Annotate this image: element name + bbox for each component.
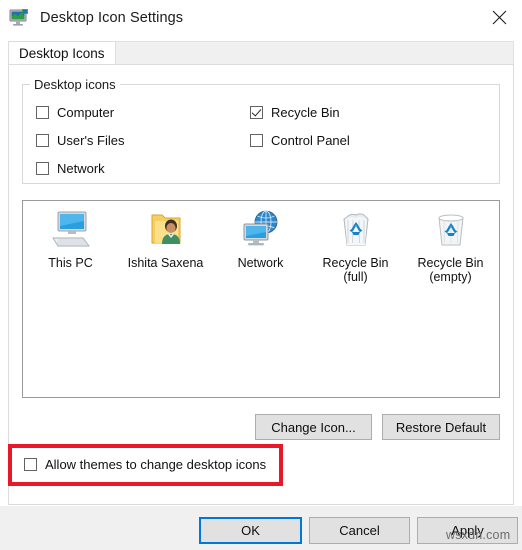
cancel-button[interactable]: Cancel (309, 517, 410, 544)
tab-desktop-icons[interactable]: Desktop Icons (8, 41, 116, 65)
ok-button[interactable]: OK (199, 517, 302, 544)
monitor-icon (8, 7, 30, 29)
preview-item-caption: Network (237, 256, 284, 270)
checkbox-box[interactable] (36, 106, 49, 119)
checkbox-network[interactable]: Network (36, 161, 105, 176)
user-folder-icon (142, 207, 190, 251)
icon-preview-box[interactable]: This PC Ishita Saxena Network Recycle Bi… (22, 200, 500, 398)
preview-item-caption: Recycle Bin (full) (322, 256, 389, 284)
checkbox-box[interactable] (24, 458, 37, 471)
preview-item-caption: This PC (48, 256, 93, 270)
tab-label: Desktop Icons (19, 46, 105, 61)
checkbox-allow-themes[interactable]: Allow themes to change desktop icons (24, 457, 266, 472)
tab-strip: Desktop Icons (8, 41, 514, 65)
title-bar: Desktop Icon Settings (0, 0, 522, 35)
checkbox-box[interactable] (36, 162, 49, 175)
restore-default-button-label: Restore Default (395, 419, 487, 435)
preview-item-caption: Recycle Bin (empty) (417, 256, 484, 284)
preview-item-network[interactable]: Network (213, 207, 308, 284)
this-pc-icon (47, 207, 95, 251)
checkbox-label: Control Panel (271, 133, 350, 148)
close-icon[interactable] (476, 0, 522, 34)
checkbox-label: Allow themes to change desktop icons (45, 457, 267, 472)
icon-preview-grid: This PC Ishita Saxena Network Recycle Bi… (23, 207, 501, 284)
restore-default-button[interactable]: Restore Default (382, 414, 500, 440)
recycle-bin-empty-icon (427, 207, 475, 251)
change-icon-button-label: Change Icon... (271, 419, 356, 435)
preview-item-recycle-bin-full[interactable]: Recycle Bin (full) (308, 207, 403, 284)
preview-item-caption: Ishita Saxena (127, 256, 204, 270)
groupbox-legend: Desktop icons (30, 77, 120, 92)
network-icon (237, 207, 285, 251)
checkbox-label: Network (57, 161, 105, 176)
ok-button-label: OK (241, 523, 260, 538)
recycle-bin-full-icon (332, 207, 380, 251)
checkbox-computer[interactable]: Computer (36, 105, 114, 120)
change-icon-button[interactable]: Change Icon... (255, 414, 372, 440)
checkbox-label: Computer (57, 105, 115, 120)
preview-item-this-pc[interactable]: This PC (23, 207, 118, 284)
checkbox-control-panel[interactable]: Control Panel (250, 133, 350, 148)
checkbox-box[interactable] (36, 134, 49, 147)
checkbox-users-files[interactable]: User's Files (36, 133, 125, 148)
checkbox-box[interactable] (250, 134, 263, 147)
checkbox-label: Recycle Bin (271, 105, 340, 120)
checkbox-label: User's Files (57, 133, 125, 148)
window-title: Desktop Icon Settings (40, 9, 184, 26)
preview-item-recycle-bin-empty[interactable]: Recycle Bin (empty) (403, 207, 498, 284)
cancel-button-label: Cancel (339, 523, 380, 538)
checkbox-box[interactable] (250, 106, 263, 119)
watermark: wsxdn.com (446, 528, 511, 542)
checkbox-recycle-bin[interactable]: Recycle Bin (250, 105, 340, 120)
preview-item-user-folder[interactable]: Ishita Saxena (118, 207, 213, 284)
